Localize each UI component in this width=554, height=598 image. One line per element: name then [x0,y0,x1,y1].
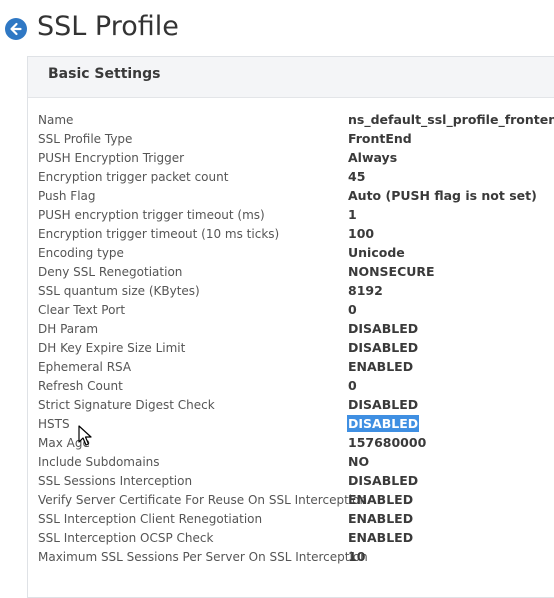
setting-row: Clear Text Port 0 [38,301,554,320]
setting-label: Ephemeral RSA [38,360,132,374]
setting-label: Deny SSL Renegotiation [38,265,183,279]
setting-row: Encryption trigger timeout (10 ms ticks)… [38,225,554,244]
panel-header: Basic Settings [28,57,554,98]
setting-row: Ephemeral RSA ENABLED [38,358,554,377]
setting-value: 0 [348,302,357,317]
setting-label: Maximum SSL Sessions Per Server On SSL I… [38,550,368,564]
setting-label: Push Flag [38,189,96,203]
setting-label: Encryption trigger timeout (10 ms ticks) [38,227,280,241]
setting-label: Include Subdomains [38,455,160,469]
setting-label: SSL Sessions Interception [38,474,193,488]
setting-label: HSTS [38,417,70,431]
setting-row: SSL Interception OCSP Check ENABLED [38,529,554,548]
setting-label: DH Key Expire Size Limit [38,341,186,355]
setting-row: Maximum SSL Sessions Per Server On SSL I… [38,548,554,567]
setting-label: SSL Interception Client Renegotiation [38,512,263,526]
setting-value: 157680000 [348,435,427,450]
setting-label: PUSH Encryption Trigger [38,151,185,165]
setting-value: 10 [348,549,366,564]
setting-label: SSL Interception OCSP Check [38,531,214,545]
setting-value: 45 [348,169,366,184]
setting-row: Include Subdomains NO [38,453,554,472]
setting-value: 0 [348,378,357,393]
setting-row: Name ns_default_ssl_profile_frontend [38,111,554,130]
setting-row: Verify Server Certificate For Reuse On S… [38,491,554,510]
setting-value: DISABLED [348,340,419,355]
setting-row: PUSH Encryption Trigger Always [38,149,554,168]
setting-label: DH Param [38,322,99,336]
setting-label: Encoding type [38,246,124,260]
setting-label: PUSH encryption trigger timeout (ms) [38,208,265,222]
back-arrow-icon[interactable] [5,18,27,40]
setting-label: Encryption trigger packet count [38,170,229,184]
setting-value: Always [348,150,398,165]
setting-row: SSL Profile Type FrontEnd [38,130,554,149]
settings-list: Name ns_default_ssl_profile_frontend SSL P… [38,111,554,567]
setting-label: SSL quantum size (KBytes) [38,284,200,298]
setting-label: Name [38,113,74,127]
setting-value: ENABLED [348,492,414,507]
setting-label: Max Age [38,436,90,450]
setting-label: Verify Server Certificate For Reuse On S… [38,493,368,507]
panel-title: Basic Settings [48,66,161,82]
setting-row: Strict Signature Digest Check DISABLED [38,396,554,415]
setting-row: Push Flag Auto (PUSH flag is not set) [38,187,554,206]
setting-row: SSL Interception Client Renegotiation ENA… [38,510,554,529]
setting-value: ENABLED [348,511,414,526]
setting-value: FrontEnd [348,131,412,146]
setting-value: DISABLED [348,473,419,488]
setting-value: Unicode [348,245,405,260]
setting-row: Encoding type Unicode [38,244,554,263]
setting-label: Strict Signature Digest Check [38,398,215,412]
setting-value: DISABLED [348,397,419,412]
setting-value: ns_default_ssl_profile_frontend [348,112,554,127]
setting-row: HSTS DISABLED [38,415,554,434]
setting-row: Max Age 157680000 [38,434,554,453]
setting-value: 1 [348,207,357,222]
setting-value: 100 [348,226,375,241]
setting-row: SSL Sessions Interception DISABLED [38,472,554,491]
setting-value: NONSECURE [348,264,435,279]
setting-value: NO [348,454,370,469]
setting-value: DISABLED [348,321,419,336]
setting-row: DH Param DISABLED [38,320,554,339]
setting-value: Auto (PUSH flag is not set) [348,188,537,203]
setting-row: Encryption trigger packet count 45 [38,168,554,187]
setting-row: SSL quantum size (KBytes) 8192 [38,282,554,301]
setting-label: Refresh Count [38,379,123,393]
setting-row: DH Key Expire Size Limit DISABLED [38,339,554,358]
setting-value: DISABLED [347,415,420,432]
basic-settings-panel: Basic Settings Name ns_default_ssl_profil… [27,56,554,598]
setting-row: PUSH encryption trigger timeout (ms) 1 [38,206,554,225]
setting-value: ENABLED [348,359,414,374]
setting-label: Clear Text Port [38,303,126,317]
setting-value: ENABLED [348,530,414,545]
setting-label: SSL Profile Type [38,132,133,146]
page-title: SSL Profile [37,11,179,42]
setting-row: Deny SSL Renegotiation NONSECURE [38,263,554,282]
setting-value: 8192 [348,283,383,298]
setting-row: Refresh Count 0 [38,377,554,396]
